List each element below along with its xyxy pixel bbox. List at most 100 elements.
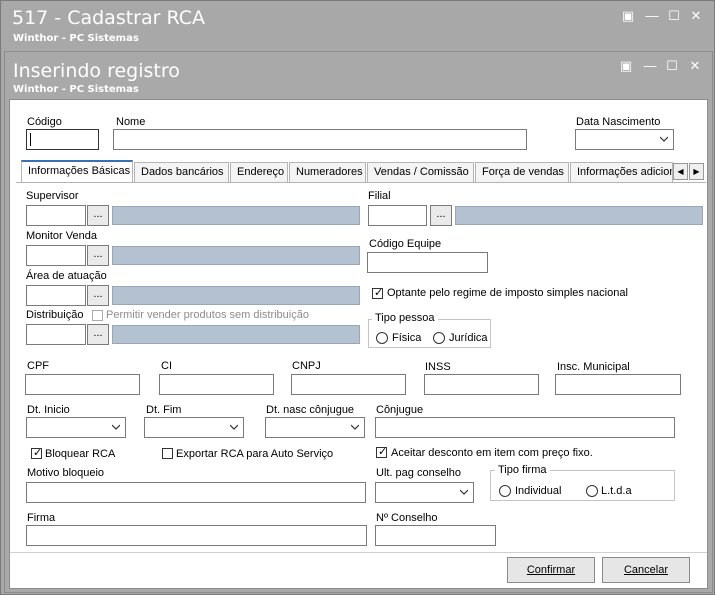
exportar-auto-servico-label: Exportar RCA para Auto Serviço	[176, 448, 334, 460]
bloquear-rca-label: Bloquear RCA	[45, 448, 116, 460]
supervisor-label: Supervisor	[26, 190, 79, 202]
ci-input[interactable]	[159, 374, 274, 395]
minimize-icon[interactable]: —	[645, 9, 659, 23]
tab-informacoes-adicionais[interactable]: Informações adicionais	[570, 162, 673, 182]
cancelar-button[interactable]: Cancelar	[602, 557, 690, 583]
monitor-venda-name-field	[112, 246, 360, 265]
data-nascimento-picker[interactable]	[575, 129, 674, 150]
chevron-down-icon	[351, 424, 359, 430]
codigo-input[interactable]	[26, 129, 99, 150]
tipo-firma-ltda-label: L.t.d.a	[601, 485, 632, 497]
numero-conselho-label: Nº Conselho	[376, 512, 438, 524]
exportar-auto-servico-checkbox[interactable]	[162, 448, 173, 459]
ci-label: CI	[161, 360, 172, 372]
nome-label: Nome	[116, 116, 146, 128]
supervisor-lookup-button[interactable]: ...	[87, 205, 109, 226]
insc-municipal-label: Insc. Municipal	[557, 361, 630, 373]
dialog-minimize-icon[interactable]: —	[643, 59, 657, 73]
data-nascimento-label: Data Nascimento	[576, 116, 661, 128]
tipo-pessoa-juridica-label: Jurídica	[449, 332, 488, 344]
check-icon: ✓	[378, 446, 388, 458]
tipo-pessoa-fisica-radio[interactable]	[376, 332, 388, 344]
tipo-pessoa-fisica-label: Física	[392, 332, 422, 344]
permitir-sem-distribuicao-checkbox[interactable]	[92, 310, 103, 321]
text-caret	[30, 133, 31, 146]
tipo-firma-individual-label: Individual	[515, 485, 562, 497]
maximize-icon[interactable]: ☐	[667, 9, 681, 23]
cancelar-button-label: Cancelar	[623, 564, 669, 576]
tipo-pessoa-title: Tipo pessoa	[372, 312, 438, 324]
tab-vendas-comissao[interactable]: Vendas / Comissão	[367, 162, 474, 182]
distribuicao-name-field	[112, 325, 360, 344]
firma-label: Firma	[27, 512, 56, 524]
monitor-venda-code-input[interactable]	[26, 245, 86, 266]
close-icon[interactable]: ✕	[689, 9, 703, 23]
tab-dados-bancarios[interactable]: Dados bancários	[134, 162, 229, 182]
filial-label: Filial	[368, 190, 391, 202]
firma-input[interactable]	[26, 525, 367, 546]
tab-informacoes-basicas[interactable]: Informações Básicas	[21, 160, 133, 183]
cpf-input[interactable]	[25, 374, 140, 395]
dt-inicio-picker[interactable]	[26, 417, 126, 438]
codigo-label: Código	[27, 116, 62, 128]
tab-scroll-right-icon[interactable]: ▶	[689, 163, 704, 180]
aceitar-desconto-checkbox[interactable]: ✓	[376, 446, 388, 458]
insc-municipal-input[interactable]	[555, 374, 681, 395]
window-title: 517 - Cadastrar RCA	[12, 7, 205, 29]
cpf-label: CPF	[27, 360, 49, 372]
monitor-venda-label: Monitor Venda	[26, 230, 97, 242]
dt-nasc-conjuge-picker[interactable]	[265, 417, 365, 438]
tipo-firma-title: Tipo firma	[495, 464, 550, 476]
supervisor-code-input[interactable]	[26, 205, 86, 226]
tab-numeradores[interactable]: Numeradores	[289, 162, 366, 182]
conjuge-label: Cônjugue	[376, 404, 424, 416]
tipo-pessoa-juridica-radio[interactable]	[433, 332, 445, 344]
dt-fim-label: Dt. Fim	[146, 404, 182, 416]
chevron-down-icon	[460, 489, 468, 495]
area-atuacao-label: Área de atuação	[26, 270, 107, 282]
optante-simples-label: Optante pelo regime de imposto simples n…	[387, 287, 628, 299]
tipo-firma-individual-radio[interactable]	[499, 485, 511, 497]
area-atuacao-code-input[interactable]	[26, 285, 86, 306]
bloquear-rca-checkbox[interactable]: ✓	[31, 447, 42, 459]
permitir-sem-distribuicao-label: Permitir vender produtos sem distribuiçã…	[106, 309, 309, 321]
app-window: 517 - Cadastrar RCA Winthor - PC Sistema…	[0, 0, 715, 595]
nome-input[interactable]	[113, 129, 527, 150]
restore-icon[interactable]: ▣	[621, 9, 635, 23]
tipo-firma-ltda-radio[interactable]	[586, 485, 598, 497]
filial-code-input[interactable]	[368, 205, 427, 226]
tab-forca-de-vendas[interactable]: Força de vendas	[475, 162, 569, 182]
optante-simples-checkbox[interactable]: ✓	[372, 287, 383, 299]
dialog-close-icon[interactable]: ✕	[688, 59, 702, 73]
distribuicao-code-input[interactable]	[26, 324, 86, 345]
motivo-bloqueio-input[interactable]	[26, 482, 366, 503]
dialog-restore-icon[interactable]: ▣	[619, 59, 633, 73]
distribuicao-lookup-button[interactable]: ...	[87, 324, 109, 345]
conjuge-input[interactable]	[375, 417, 675, 438]
dt-fim-picker[interactable]	[144, 417, 244, 438]
dialog-maximize-icon[interactable]: ☐	[665, 59, 679, 73]
inss-label: INSS	[425, 361, 451, 373]
tab-endereco[interactable]: Endereço	[230, 162, 288, 182]
area-atuacao-lookup-button[interactable]: ...	[87, 285, 109, 306]
tab-scroll-left-icon[interactable]: ◀	[673, 163, 688, 180]
filial-lookup-button[interactable]: ...	[430, 205, 452, 226]
chevron-down-icon	[112, 424, 120, 430]
dialog-title: Inserindo registro	[13, 60, 180, 82]
chevron-down-icon	[660, 136, 668, 142]
footer-divider	[10, 552, 707, 553]
confirmar-button[interactable]: Confirmar	[507, 557, 595, 583]
codigo-equipe-input[interactable]	[367, 252, 488, 273]
numero-conselho-input[interactable]	[375, 525, 496, 546]
dt-nasc-conjuge-label: Dt. nasc cônjugue	[266, 404, 355, 416]
motivo-bloqueio-label: Motivo bloqueio	[27, 467, 105, 479]
monitor-venda-lookup-button[interactable]: ...	[87, 245, 109, 266]
ult-pag-conselho-label: Ult. pag conselho	[376, 467, 461, 479]
cnpj-input[interactable]	[291, 374, 406, 395]
window-title-bar: 517 - Cadastrar RCA Winthor - PC Sistema…	[1, 1, 714, 49]
inss-input[interactable]	[424, 374, 539, 395]
window-subtitle: Winthor - PC Sistemas	[13, 33, 139, 44]
aceitar-desconto-label: Aceitar desconto em item com preço fixo.	[391, 447, 593, 459]
ult-pag-conselho-picker[interactable]	[375, 482, 474, 503]
distribuicao-label: Distribuição	[26, 309, 84, 321]
